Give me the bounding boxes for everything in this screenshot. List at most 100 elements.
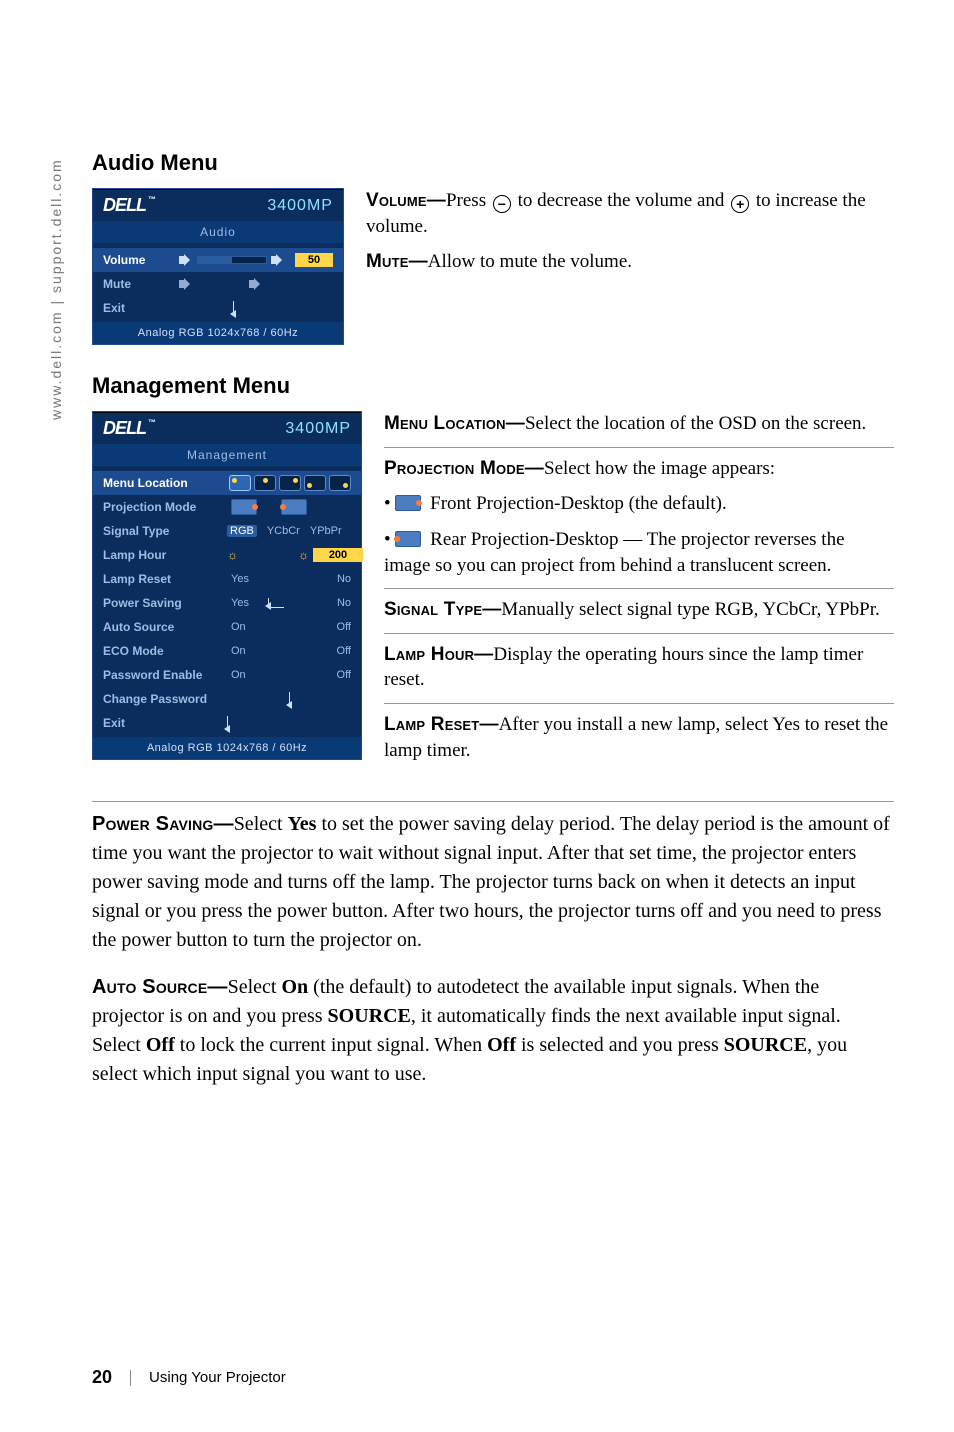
- mgmt-description: Menu Location—Select the location of the…: [384, 411, 894, 773]
- password-enable-off[interactable]: Off: [301, 669, 351, 681]
- location-br-icon[interactable]: [329, 475, 351, 491]
- lamp-hour-value: 200: [313, 548, 363, 562]
- page-content: Audio Menu DELL ™ 3400MP Audio Volume: [92, 0, 894, 1089]
- audio-block: DELL ™ 3400MP Audio Volume 50 Mute: [92, 188, 894, 345]
- location-tr-icon[interactable]: [279, 475, 301, 491]
- volume-slider[interactable]: [179, 254, 289, 266]
- lamp-reset-desc: Lamp Reset—After you install a new lamp,…: [384, 712, 894, 763]
- auto-source-off[interactable]: Off: [301, 621, 351, 633]
- audio-menu-heading: Audio Menu: [92, 150, 894, 176]
- divider: [384, 633, 894, 634]
- exit-label: Exit: [103, 716, 223, 730]
- power-saving-no[interactable]: No: [301, 597, 351, 609]
- osd-row-exit[interactable]: Exit: [93, 296, 343, 320]
- enter-icon: [233, 301, 234, 316]
- enter-icon: [268, 598, 284, 608]
- bulb-icon: ☼: [227, 548, 238, 562]
- password-enable-on[interactable]: On: [227, 669, 297, 681]
- osd-row-signal-type[interactable]: Signal Type RGB YCbCr YPbPr: [93, 519, 361, 543]
- osd-header: DELL ™ 3400MP: [93, 189, 343, 220]
- speaker-mute-right-icon: [249, 278, 263, 290]
- password-enable-label: Password Enable: [103, 668, 223, 682]
- volume-value: 50: [295, 253, 333, 267]
- on-keyword: On: [281, 976, 308, 998]
- rear-projection-icon[interactable]: [281, 499, 307, 515]
- osd-row-eco-mode[interactable]: ECO Mode On Off: [93, 639, 361, 663]
- lamp-hour-slider: ☼ ☼: [227, 548, 309, 562]
- enter-icon: [227, 716, 228, 731]
- text: Select the location of the OSD on the sc…: [525, 413, 866, 434]
- osd-row-menu-location[interactable]: Menu Location: [93, 471, 361, 495]
- osd-row-volume[interactable]: Volume 50: [93, 248, 343, 272]
- power-saving-yes-cell[interactable]: Yes: [227, 597, 297, 609]
- osd-row-password-enable[interactable]: Password Enable On Off: [93, 663, 361, 687]
- osd-audio-footer: Analog RGB 1024x768 / 60Hz: [93, 322, 343, 344]
- projection-mode-term: Projection Mode—: [384, 458, 544, 479]
- osd-row-exit[interactable]: Exit: [93, 711, 361, 735]
- osd-audio-body: Volume 50 Mute: [93, 244, 343, 322]
- osd-mgmt-title: Management: [93, 443, 361, 467]
- auto-source-label: Auto Source: [103, 620, 223, 634]
- signal-type-desc: Signal Type—Manually select signal type …: [384, 597, 894, 623]
- signal-ycbcr[interactable]: YCbCr: [267, 525, 300, 537]
- osd-header: DELL ™ 3400MP: [93, 412, 361, 443]
- osd-row-mute[interactable]: Mute: [93, 272, 343, 296]
- eco-mode-on[interactable]: On: [227, 645, 297, 657]
- divider: [384, 447, 894, 448]
- slider-fill: [198, 257, 232, 263]
- location-bl-icon[interactable]: [304, 475, 326, 491]
- location-tc-icon[interactable]: [254, 475, 276, 491]
- volume-term: Volume—: [366, 190, 446, 211]
- lamp-reset-no[interactable]: No: [301, 573, 351, 585]
- lamp-reset-term: Lamp Reset—: [384, 714, 499, 735]
- volume-desc: Volume—Press − to decrease the volume an…: [366, 188, 894, 239]
- divider: [384, 588, 894, 589]
- osd-mgmt-body: Menu Location Projection Mode: [93, 467, 361, 737]
- page-footer: 20 Using Your Projector: [92, 1367, 286, 1388]
- menu-location-desc: Menu Location—Select the location of the…: [384, 411, 894, 437]
- text: Front Projection-Desktop (the default).: [425, 493, 726, 514]
- osd-row-lamp-reset[interactable]: Lamp Reset Yes No: [93, 567, 361, 591]
- projection-options[interactable]: [227, 499, 351, 515]
- signal-type-label: Signal Type: [103, 524, 223, 538]
- osd-row-lamp-hour[interactable]: Lamp Hour ☼ ☼ 200: [93, 543, 361, 567]
- text: Manually select signal type RGB, YCbCr, …: [501, 599, 879, 620]
- front-projection-icon[interactable]: [231, 499, 257, 515]
- eco-mode-off[interactable]: Off: [301, 645, 351, 657]
- signal-rgb[interactable]: RGB: [227, 525, 257, 537]
- signal-options[interactable]: RGB YCbCr YPbPr: [227, 525, 351, 537]
- yes-keyword: Yes: [288, 813, 317, 835]
- footer-separator: [130, 1370, 131, 1386]
- projection-mode-label: Projection Mode: [103, 500, 223, 514]
- front-projection-inline-icon: [395, 495, 421, 511]
- location-tl-icon[interactable]: [229, 475, 251, 491]
- osd-row-projection-mode[interactable]: Projection Mode: [93, 495, 361, 519]
- minus-button-icon: −: [493, 195, 511, 213]
- signal-ypbpr[interactable]: YPbPr: [310, 525, 342, 537]
- text: Press: [446, 190, 491, 211]
- mute-label: Mute: [103, 277, 173, 291]
- speaker-mute-left-icon: [179, 278, 193, 290]
- side-url-text: www.dell.com | support.dell.com: [48, 158, 64, 420]
- menu-location-label: Menu Location: [103, 476, 223, 490]
- plus-button-icon: +: [731, 195, 749, 213]
- text: is selected and you press: [516, 1034, 724, 1056]
- trademark-icon: ™: [148, 418, 155, 427]
- location-options[interactable]: [227, 475, 351, 491]
- slider-track[interactable]: [197, 256, 267, 264]
- management-menu-heading: Management Menu: [92, 373, 894, 399]
- auto-source-on[interactable]: On: [227, 621, 297, 633]
- source-keyword: SOURCE: [724, 1034, 807, 1056]
- model-label: 3400MP: [285, 420, 351, 438]
- brand-text: DELL: [103, 195, 146, 216]
- dell-logo: DELL ™: [103, 195, 155, 216]
- mgmt-block: DELL ™ 3400MP Management Menu Location: [92, 411, 894, 773]
- osd-row-power-saving[interactable]: Power Saving Yes No: [93, 591, 361, 615]
- osd-row-auto-source[interactable]: Auto Source On Off: [93, 615, 361, 639]
- chapter-title: Using Your Projector: [149, 1369, 286, 1386]
- power-saving-yes: Yes: [227, 597, 249, 609]
- osd-row-change-password[interactable]: Change Password: [93, 687, 361, 711]
- lamp-reset-yes[interactable]: Yes: [227, 573, 297, 585]
- text: Select how the image appears:: [544, 458, 775, 479]
- bulb-icon: ☼: [298, 548, 309, 562]
